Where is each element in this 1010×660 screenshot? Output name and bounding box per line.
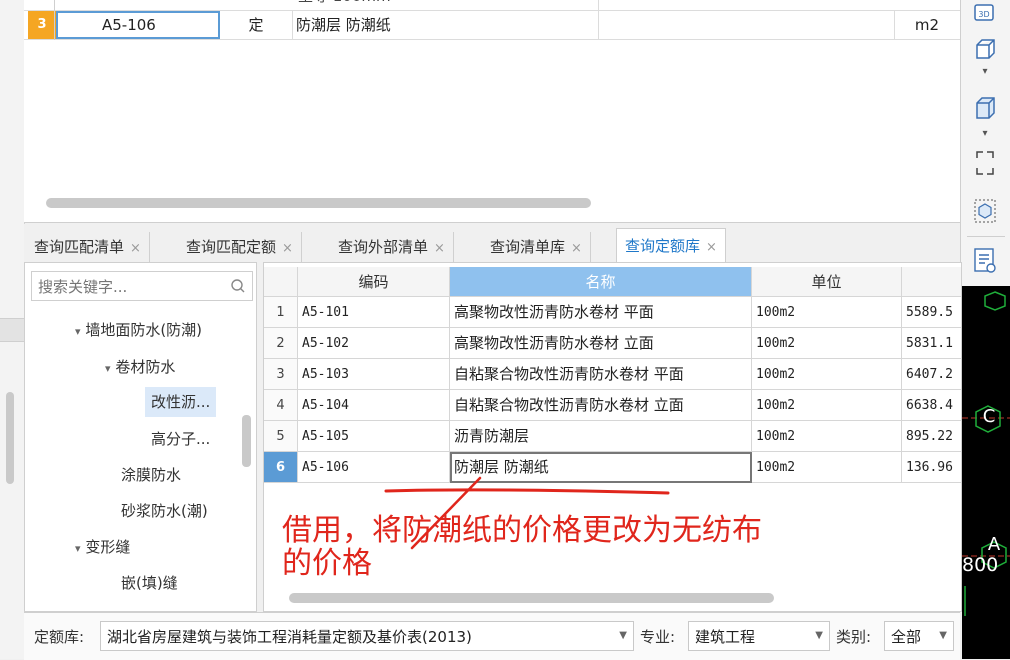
- chevron-down-icon[interactable]: ▼: [619, 622, 627, 650]
- quota-library-label: 定额库:: [34, 628, 85, 646]
- category-value: 全部: [891, 628, 922, 646]
- chevron-down-icon[interactable]: ▼: [939, 622, 947, 650]
- category-select[interactable]: 全部 ▼: [884, 621, 954, 651]
- filter-bar: 定额库: 湖北省房屋建筑与装饰工程消耗量定额及基价表(2013) ▼ 专业: 建…: [24, 612, 960, 660]
- annotation-note: 借用，将防潮纸的价格更改为无纺布 的价格: [282, 514, 942, 580]
- major-select[interactable]: 建筑工程 ▼: [688, 621, 830, 651]
- category-label: 类别:: [836, 628, 872, 646]
- major-value: 建筑工程: [695, 628, 756, 646]
- annotation-line-1: 借用，将防潮纸的价格更改为无纺布: [282, 513, 762, 548]
- major-label: 专业:: [640, 628, 676, 646]
- quota-library-select[interactable]: 湖北省房屋建筑与装饰工程消耗量定额及基价表(2013) ▼: [100, 621, 634, 651]
- chevron-down-icon[interactable]: ▼: [815, 622, 823, 650]
- annotation-line-2: 的价格: [282, 546, 372, 581]
- quota-library-value: 湖北省房屋建筑与装饰工程消耗量定额及基价表(2013): [107, 628, 472, 646]
